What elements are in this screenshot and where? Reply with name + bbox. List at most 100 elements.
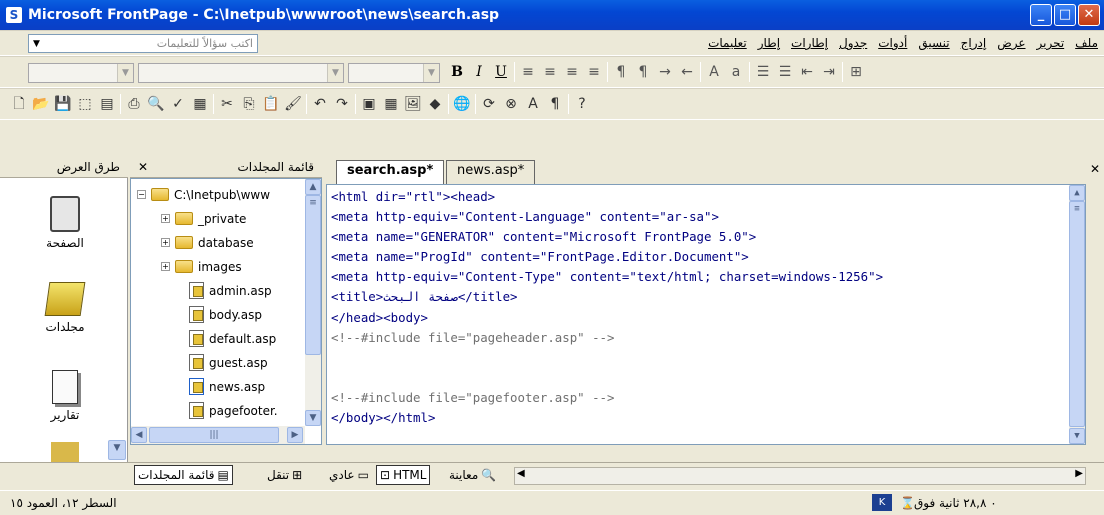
minimize-button[interactable]: _ xyxy=(1030,4,1052,26)
scroll-up-icon[interactable]: ▲ xyxy=(305,179,321,195)
expand-icon[interactable]: + xyxy=(161,262,170,271)
folder-item[interactable]: + images xyxy=(161,255,242,278)
folder-root[interactable]: − C:\Inetpub\www xyxy=(137,183,270,206)
menu-insert[interactable]: إدراج xyxy=(961,36,987,50)
scroll-thumb[interactable]: ||| xyxy=(149,427,279,443)
format-painter-icon[interactable]: 🖌 xyxy=(284,95,302,113)
print-icon[interactable]: ⎙ xyxy=(125,95,143,113)
numbered-list-icon[interactable]: ☰ xyxy=(754,63,772,81)
font-color-icon[interactable]: A xyxy=(524,95,542,113)
style-combo[interactable]: ▼ xyxy=(28,63,134,83)
font-size-combo[interactable]: ▼ xyxy=(348,63,440,83)
align-center-icon[interactable]: ≡ xyxy=(541,63,559,81)
menu-view[interactable]: عرض xyxy=(997,36,1025,50)
publish-icon[interactable]: ⬚ xyxy=(76,95,94,113)
file-item[interactable]: guest.asp xyxy=(189,351,268,374)
refresh-icon[interactable]: ⟳ xyxy=(480,95,498,113)
font-combo[interactable]: ▼ xyxy=(138,63,344,83)
scroll-right-icon[interactable]: ▶ xyxy=(1075,468,1083,479)
close-icon[interactable]: ✕ xyxy=(1090,162,1100,176)
align-right-icon[interactable]: ≡ xyxy=(519,63,537,81)
menu-file[interactable]: ملف xyxy=(1075,36,1098,50)
chevron-down-icon[interactable]: ▼ xyxy=(423,64,439,82)
increase-indent-icon[interactable]: ⇥ xyxy=(820,63,838,81)
folder-item[interactable]: + database xyxy=(161,231,254,254)
menu-frame[interactable]: إطار xyxy=(758,36,780,50)
view-folders[interactable]: مجلدات xyxy=(20,282,110,334)
open-icon[interactable]: 📂 xyxy=(32,95,50,113)
ask-question-box[interactable]: اكتب سؤالاً للتعليمات ▼ xyxy=(28,34,258,53)
italic-button[interactable]: I xyxy=(470,63,488,81)
stop-icon[interactable]: ⊗ xyxy=(502,95,520,113)
arrow-left-icon[interactable]: ← xyxy=(678,63,696,81)
view-reports[interactable]: تقارير xyxy=(20,370,110,422)
tab-html[interactable]: HTML ⊡ xyxy=(376,465,431,485)
menu-edit[interactable]: تحرير xyxy=(1037,36,1065,50)
tab-normal[interactable]: ▭ عادي xyxy=(326,465,372,485)
scroll-down-icon[interactable]: ▼ xyxy=(1069,428,1085,444)
folder-list-toggle-icon[interactable]: ▤ xyxy=(98,95,116,113)
menu-tools[interactable]: أدوات xyxy=(878,36,907,50)
file-item[interactable]: news.asp xyxy=(189,375,265,398)
bold-button[interactable]: B xyxy=(448,63,466,81)
scroll-thumb[interactable]: ≡ xyxy=(305,195,321,355)
folder-list-scrollbar[interactable]: ▲ ≡ ▼ xyxy=(305,179,321,426)
folder-list-hscrollbar[interactable]: ◀ ||| ▶ xyxy=(131,426,305,444)
paste-icon[interactable]: 📋 xyxy=(262,95,280,113)
chevron-down-icon[interactable]: ▼ xyxy=(327,64,343,82)
tab-folder-list[interactable]: ▤ قائمة المجلدات xyxy=(134,465,233,485)
code-editor[interactable]: <html dir="rtl"><head> <meta http-equiv=… xyxy=(326,184,1086,445)
chevron-down-icon[interactable]: ▼ xyxy=(117,64,133,82)
ltr-icon[interactable]: ¶ xyxy=(612,63,630,81)
align-left-icon[interactable]: ≡ xyxy=(563,63,581,81)
insert-table-icon[interactable]: ▦ xyxy=(382,95,400,113)
tab-news-asp[interactable]: news.asp* xyxy=(446,160,536,184)
chevron-down-icon[interactable]: ▼ xyxy=(33,39,40,49)
scroll-left-icon[interactable]: ◀ xyxy=(517,468,525,479)
view-navigation[interactable] xyxy=(20,442,110,462)
justify-icon[interactable]: ≡ xyxy=(585,63,603,81)
preview-icon[interactable]: 🔍 xyxy=(147,95,165,113)
file-item[interactable]: body.asp xyxy=(189,303,262,326)
menu-help[interactable]: تعليمات xyxy=(708,36,747,50)
scroll-right-icon[interactable]: ▶ xyxy=(287,427,303,443)
help-icon[interactable]: ? xyxy=(573,95,591,113)
file-item[interactable]: pagefooter. xyxy=(189,399,278,422)
maximize-button[interactable]: □ xyxy=(1054,4,1076,26)
menu-format[interactable]: تنسيق xyxy=(918,36,949,50)
tab-search-asp[interactable]: search.asp* xyxy=(336,160,445,184)
decrease-indent-icon[interactable]: ⇤ xyxy=(798,63,816,81)
close-button[interactable]: ✕ xyxy=(1078,4,1100,26)
insert-picture-icon[interactable]: 🖼 xyxy=(404,95,422,113)
bulleted-list-icon[interactable]: ☰ xyxy=(776,63,794,81)
cut-icon[interactable]: ✂ xyxy=(218,95,236,113)
expand-icon[interactable]: + xyxy=(161,214,170,223)
border-icon[interactable]: ⊞ xyxy=(847,63,865,81)
menu-frames[interactable]: إطارات xyxy=(791,36,828,50)
tab-preview[interactable]: 🔍 معاينة xyxy=(446,465,499,485)
expand-icon[interactable]: + xyxy=(161,238,170,247)
grow-font-icon[interactable]: A xyxy=(705,63,723,81)
drawing-icon[interactable]: ◆ xyxy=(426,95,444,113)
undo-icon[interactable]: ↶ xyxy=(311,95,329,113)
close-icon[interactable]: ✕ xyxy=(138,160,148,174)
collapse-icon[interactable]: − xyxy=(137,190,146,199)
file-item[interactable]: default.asp xyxy=(189,327,276,350)
copy-icon[interactable]: ⎘ xyxy=(240,95,258,113)
tab-navigation[interactable]: ⊞ تنقل xyxy=(264,465,305,485)
bottom-hscrollbar[interactable]: ◀ ▶ xyxy=(514,467,1086,485)
view-page[interactable]: الصفحة xyxy=(20,196,110,250)
views-scroll-down-button[interactable]: ▼ xyxy=(108,440,126,460)
underline-button[interactable]: U xyxy=(492,63,510,81)
scroll-left-icon[interactable]: ◀ xyxy=(131,427,147,443)
show-all-icon[interactable]: ¶ xyxy=(546,95,564,113)
file-item[interactable]: admin.asp xyxy=(189,279,272,302)
shrink-font-icon[interactable]: a xyxy=(727,63,745,81)
research-icon[interactable]: ▦ xyxy=(191,95,209,113)
rtl-icon[interactable]: ¶ xyxy=(634,63,652,81)
spelling-icon[interactable]: ✓ xyxy=(169,95,187,113)
menu-table[interactable]: جدول xyxy=(839,36,867,50)
save-icon[interactable]: 💾 xyxy=(54,95,72,113)
web-component-icon[interactable]: ▣ xyxy=(360,95,378,113)
code-scrollbar[interactable]: ▲ ≡ ▼ xyxy=(1069,185,1085,444)
